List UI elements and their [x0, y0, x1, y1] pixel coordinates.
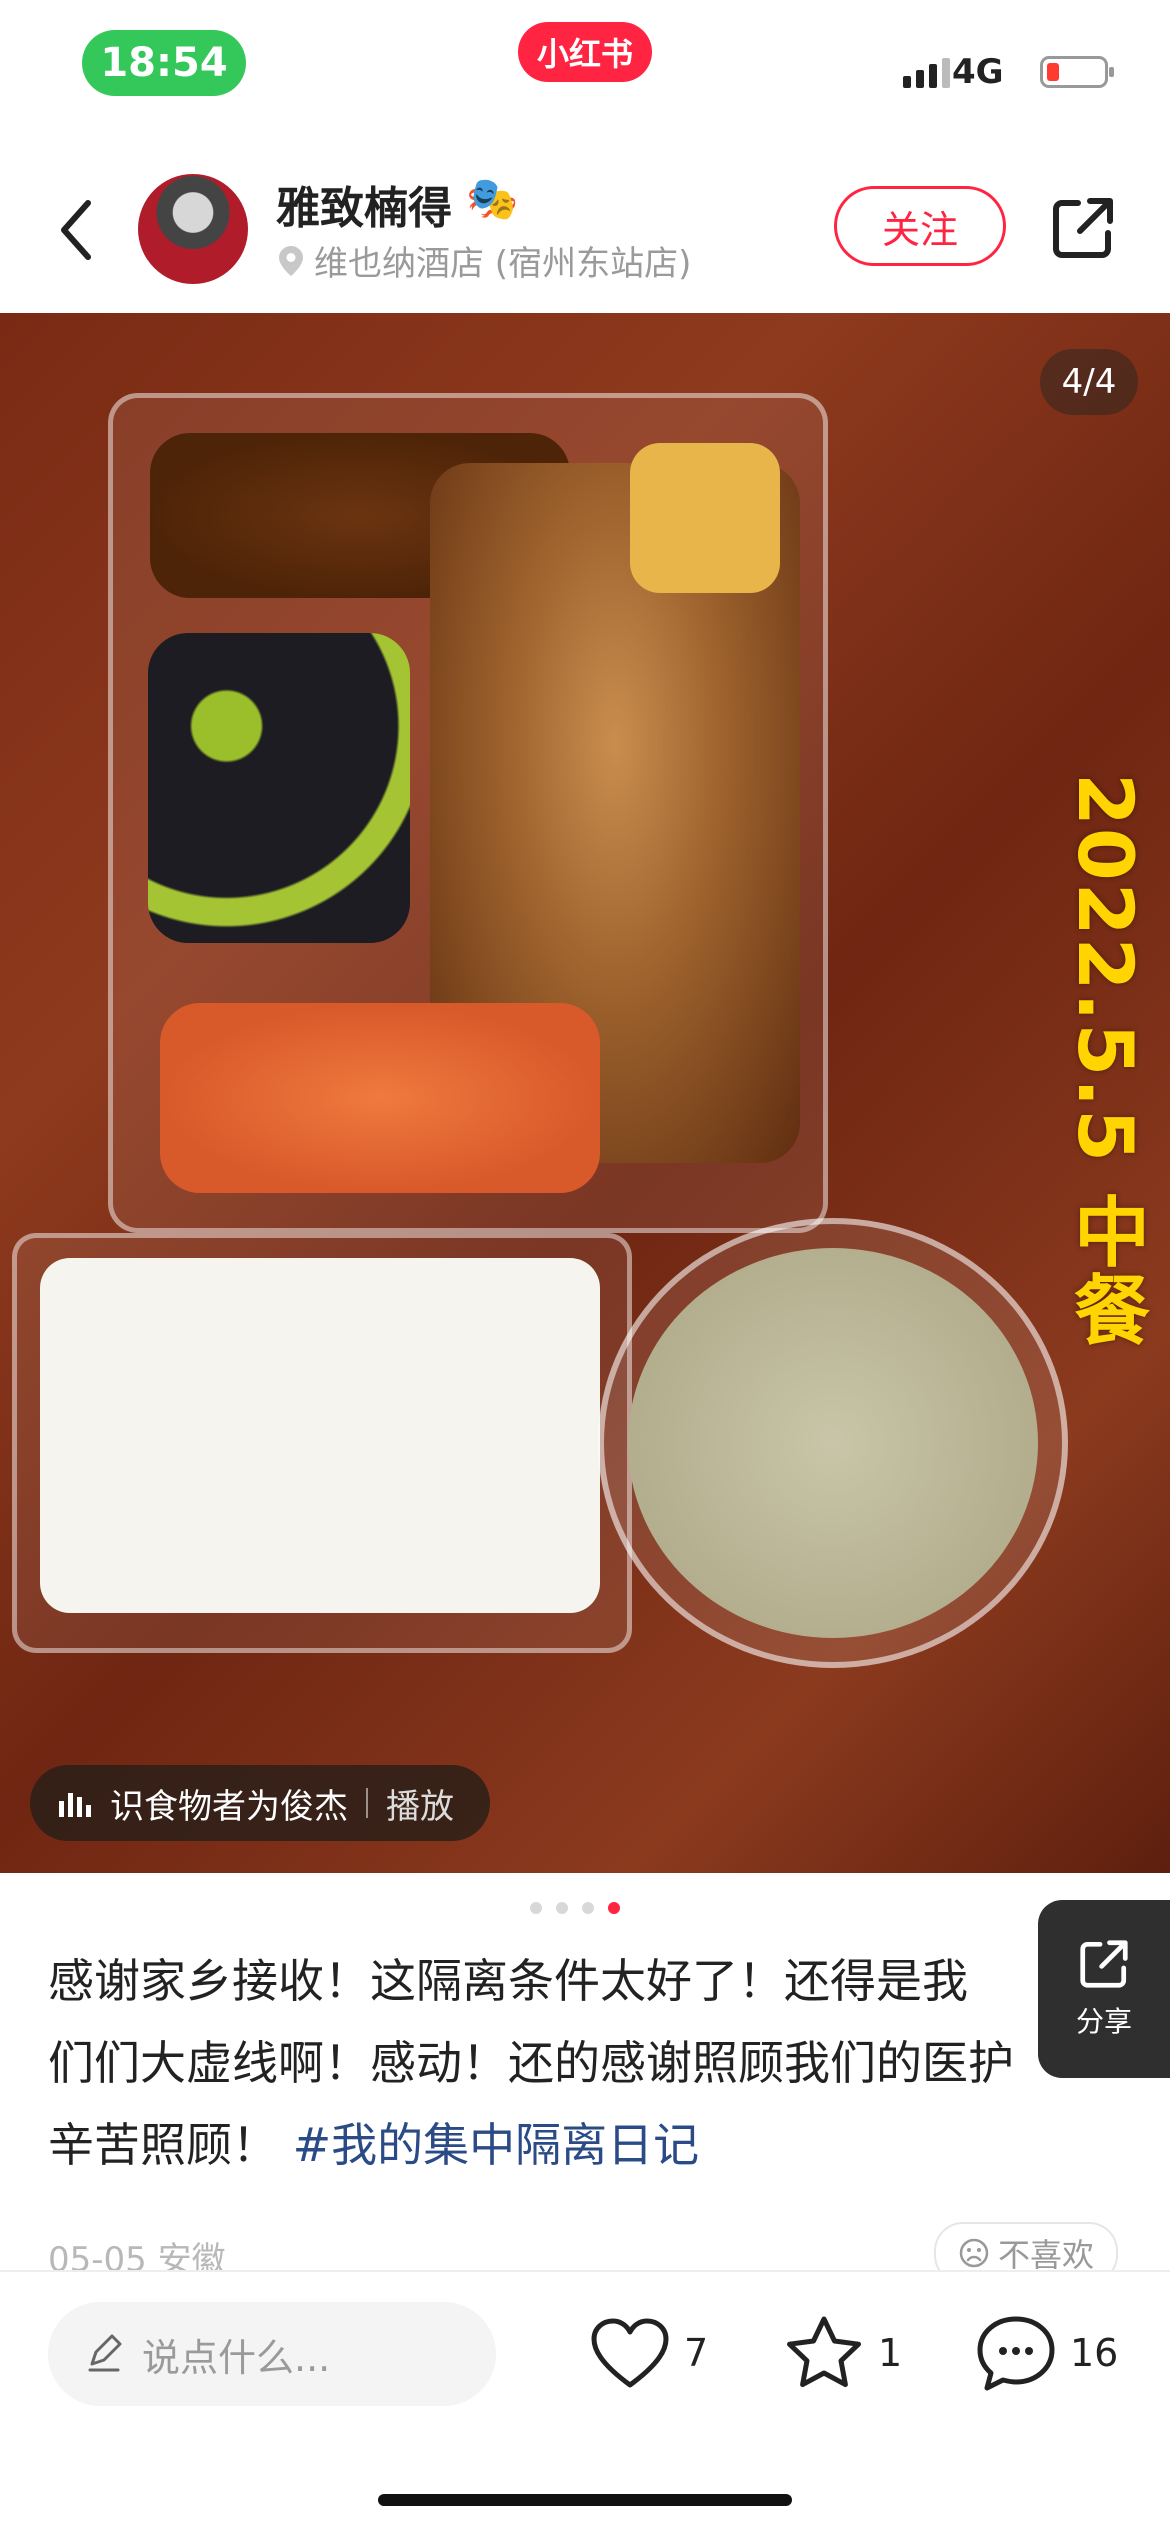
- photo-page-counter: 4/4: [1040, 349, 1138, 415]
- page-dot-active[interactable]: [608, 1902, 620, 1914]
- music-divider: [366, 1788, 368, 1818]
- heart-icon: [591, 2318, 669, 2388]
- network-type: 4G: [952, 52, 1004, 92]
- page-dot[interactable]: [582, 1902, 594, 1914]
- share-icon[interactable]: [1050, 195, 1116, 261]
- star-icon: [787, 2316, 861, 2388]
- location-pin-icon: [279, 245, 303, 276]
- battery-icon: [1040, 56, 1114, 88]
- status-bar: 18:54 小红书 4G: [0, 0, 1170, 140]
- photo-pagination: [530, 1902, 620, 1914]
- floating-share-button[interactable]: 分享: [1038, 1900, 1170, 2078]
- page-dot[interactable]: [556, 1902, 568, 1914]
- music-tag[interactable]: 识食物者为俊杰 播放: [30, 1765, 490, 1841]
- post-text-line: 感谢家乡接收！这隔离条件太好了！还得是我: [48, 1954, 968, 2008]
- dislike-face-icon: [959, 2238, 989, 2268]
- hashtag-link[interactable]: #我的集中隔离日记: [293, 2118, 700, 2172]
- potato-piece: [630, 443, 780, 593]
- music-bars-icon: [59, 1793, 91, 1817]
- home-indicator[interactable]: [378, 2494, 792, 2506]
- author-emoji: 🎭: [466, 174, 519, 223]
- author-name[interactable]: 雅致楠得: [276, 172, 452, 236]
- follow-button[interactable]: 关注: [834, 186, 1006, 266]
- comment-placeholder: 说点什么...: [142, 2335, 331, 2380]
- post-text-line: 们们大虚线啊！感动！还的感谢照顾我们的医护: [48, 2036, 1014, 2090]
- collect-button[interactable]: 1: [784, 2308, 902, 2398]
- edit-icon: [88, 2334, 122, 2372]
- comment-icon: [977, 2316, 1055, 2391]
- location-tag[interactable]: 维也纳酒店 (宿州东站店): [278, 236, 691, 285]
- music-play-button[interactable]: 播放: [386, 1779, 454, 1828]
- post-header: 雅致楠得 🎭 维也纳酒店 (宿州东站店) 关注: [0, 150, 1170, 300]
- egg-drop-soup: [628, 1248, 1038, 1638]
- like-count: 7: [684, 2331, 709, 2375]
- post-body: 感谢家乡接收！这隔离条件太好了！还得是我 们们大虚线啊！感动！还的感谢照顾我们的…: [48, 1940, 1048, 2186]
- comment-count: 16: [1070, 2331, 1119, 2375]
- post-text-line-last: 辛苦照顾！ #我的集中隔离日记: [48, 2104, 1048, 2186]
- fried-fish-dish: [160, 1003, 600, 1193]
- status-time: 18:54: [82, 30, 246, 96]
- white-rice: [40, 1258, 600, 1613]
- back-icon[interactable]: [52, 195, 102, 265]
- app-logo: 小红书: [518, 22, 652, 82]
- music-name: 识食物者为俊杰: [110, 1786, 348, 1827]
- date-stamp-overlay: 2022.5.5 中餐: [1061, 773, 1150, 1349]
- edamame-fungus-dish: [148, 633, 410, 943]
- bottom-action-bar: 说点什么... 7 1 16: [0, 2270, 1170, 2534]
- collect-count: 1: [878, 2331, 903, 2375]
- comment-button[interactable]: 16: [976, 2308, 1118, 2398]
- location-text: 维也纳酒店 (宿州东站店): [314, 244, 692, 284]
- comment-input[interactable]: 说点什么...: [48, 2302, 496, 2406]
- share-icon: [1080, 1940, 1128, 1988]
- floating-share-label: 分享: [1075, 2005, 1132, 2038]
- signal-icon: [903, 58, 950, 88]
- page-dot[interactable]: [530, 1902, 542, 1914]
- like-button[interactable]: 7: [590, 2308, 708, 2398]
- post-text-segment: 辛苦照顾！: [48, 2118, 278, 2172]
- post-photo[interactable]: 4/4 2022.5.5 中餐 识食物者为俊杰 播放: [0, 313, 1170, 1873]
- avatar[interactable]: [138, 174, 248, 284]
